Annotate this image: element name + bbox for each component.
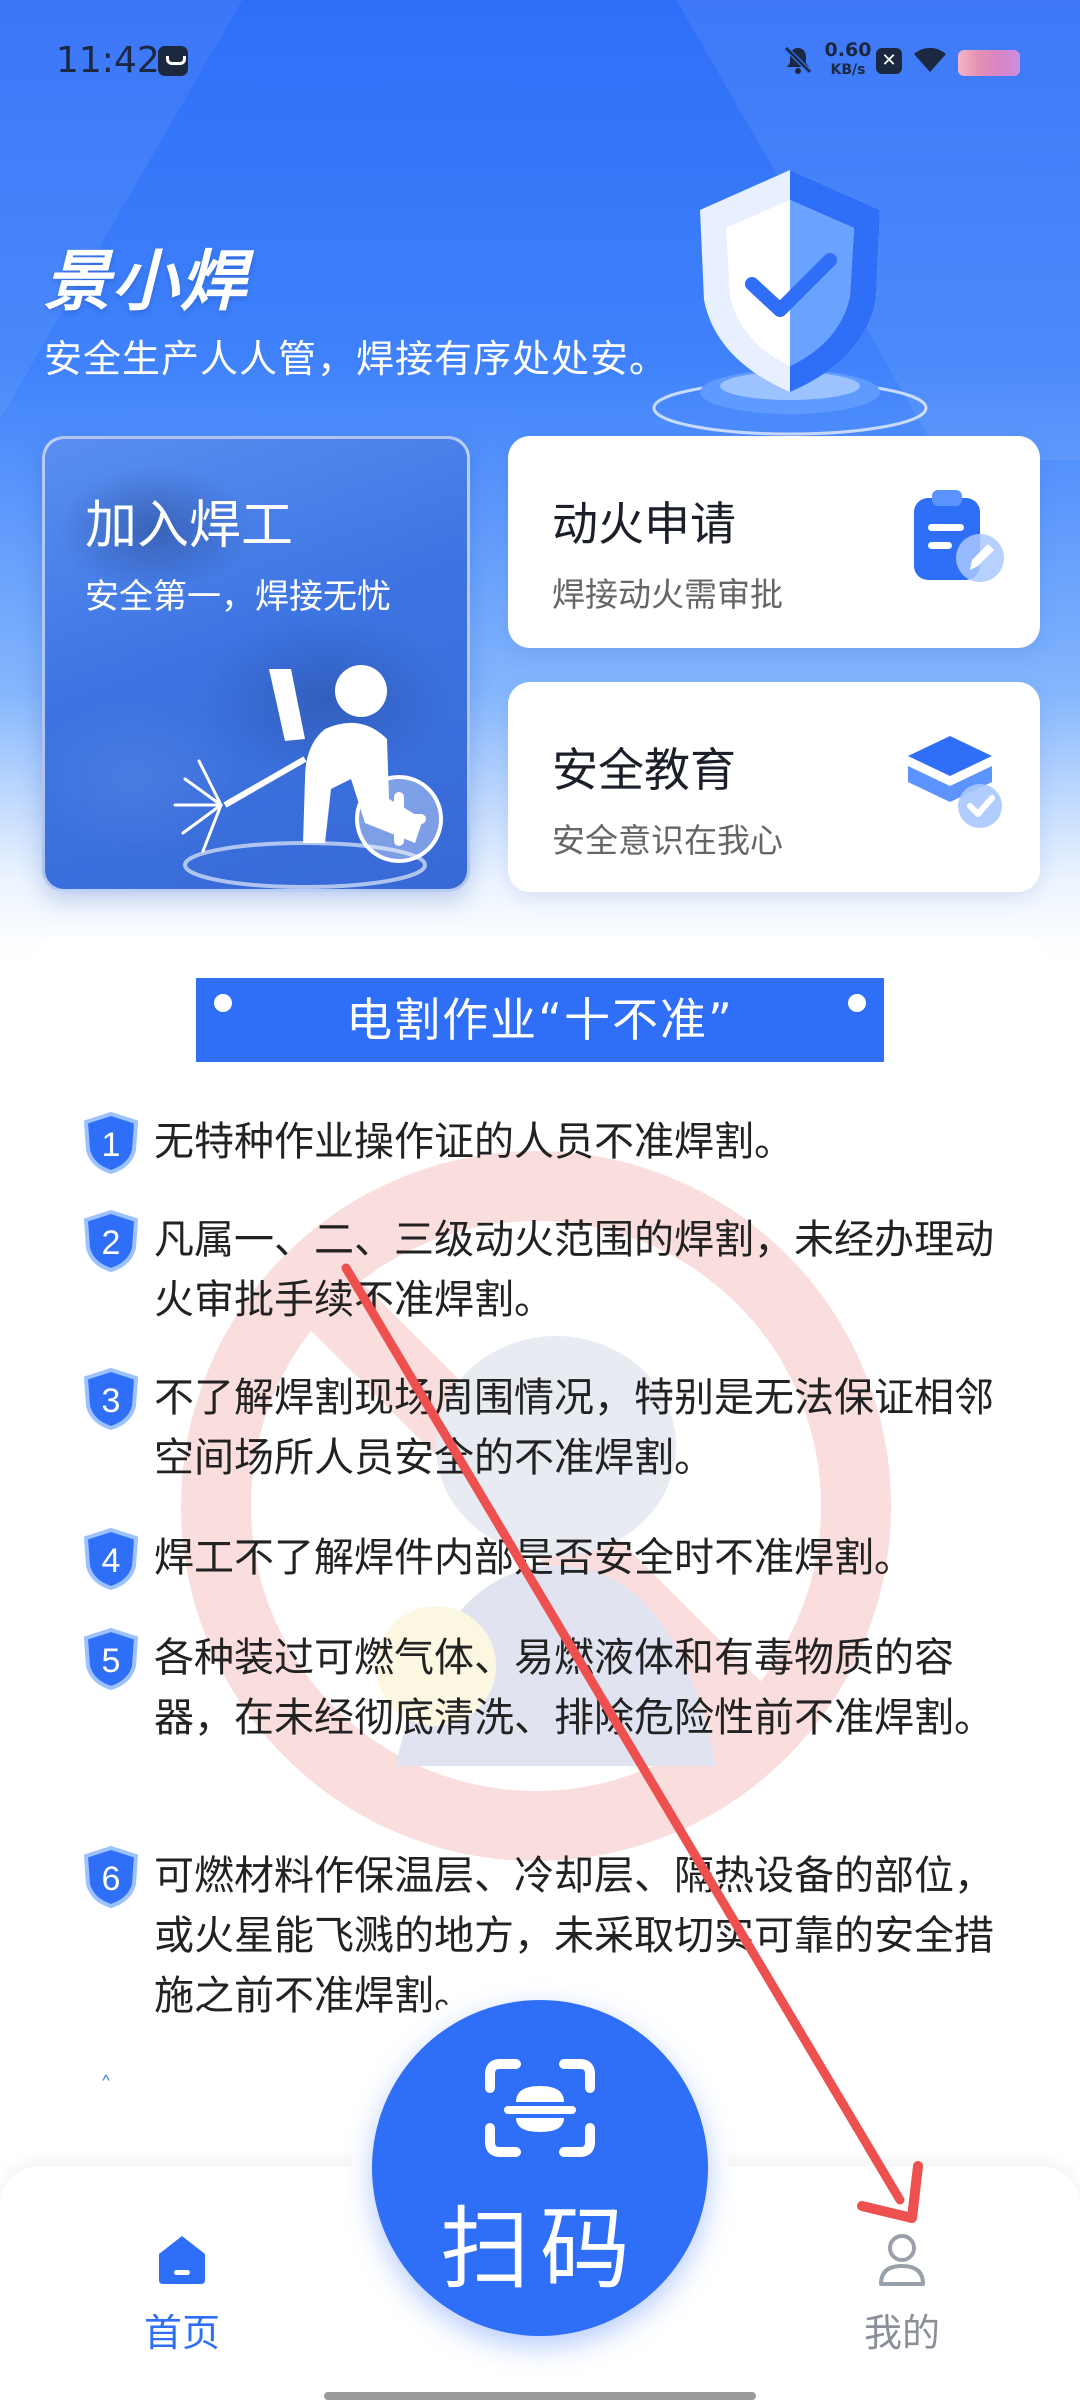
scan-button[interactable]: 扫码 bbox=[372, 2000, 708, 2336]
join-welder-subtitle: 安全第一，焊接无忧 bbox=[85, 577, 391, 617]
welder-add-icon bbox=[173, 665, 443, 889]
app-title: 景小焊 bbox=[44, 243, 248, 320]
banner-dot-right bbox=[848, 994, 866, 1012]
join-welder-title: 加入焊工 bbox=[85, 496, 294, 556]
home-indicator[interactable] bbox=[324, 2392, 756, 2400]
number-shield-icon: 6 bbox=[83, 1846, 139, 1908]
rule-text: 凡属一、二、三级动火范围的焊割，未经办理动火审批手续不准焊割。 bbox=[154, 1217, 994, 1323]
rule-text: 各种装过可燃气体、易燃液体和有毒物质的容器，在未经彻底清洗、排除危险性前不准焊割… bbox=[154, 1635, 994, 1741]
number-shield-icon: 1 bbox=[83, 1112, 139, 1174]
tab-mine-label: 我的 bbox=[863, 2311, 940, 2355]
status-bar: 11:42 0.60 KB/s ✕ bbox=[0, 0, 1080, 120]
join-welder-card[interactable]: 加入焊工 安全第一，焊接无忧 bbox=[42, 436, 470, 892]
network-speed-value: 0.60 bbox=[824, 39, 872, 61]
rule-item: 4 焊工不了解焊件内部是否安全时不准焊割。 bbox=[82, 1528, 1002, 1590]
rule-text: 焊工不了解焊件内部是否安全时不准焊割。 bbox=[154, 1535, 914, 1581]
mute-bell-icon bbox=[784, 46, 812, 74]
rule-number: 4 bbox=[102, 1542, 121, 1580]
network-speed-unit: KB/s bbox=[830, 62, 866, 78]
rules-banner: 电割作业“十不准” bbox=[196, 978, 884, 1062]
network-speed: 0.60 KB/s bbox=[820, 40, 876, 80]
clipboard-edit-icon bbox=[914, 490, 1004, 582]
app-slogan: 安全生产人人管，焊接有序处处安。 bbox=[44, 337, 669, 381]
tab-home[interactable]: 首页 bbox=[102, 2230, 262, 2357]
rule-text: 无特种作业操作证的人员不准焊割。 bbox=[154, 1119, 794, 1165]
rule-number: 3 bbox=[102, 1382, 121, 1420]
number-shield-icon: 4 bbox=[83, 1528, 139, 1590]
battery-icon bbox=[958, 50, 1020, 76]
wifi-icon bbox=[914, 47, 946, 72]
safety-education-subtitle: 安全意识在我心 bbox=[552, 821, 783, 860]
fire-application-title: 动火申请 bbox=[552, 497, 736, 551]
home-icon bbox=[159, 2236, 205, 2284]
user-icon bbox=[879, 2234, 925, 2286]
tab-mine[interactable]: 我的 bbox=[822, 2230, 982, 2357]
rule-text: 不了解焊割现场周围情况，特别是无法保证相邻空间场所人员安全的不准焊割。 bbox=[154, 1375, 994, 1481]
close-badge-icon: ✕ bbox=[876, 48, 902, 74]
rules-title: 电割作业“十不准” bbox=[346, 993, 734, 1047]
banner-dot-left bbox=[214, 994, 232, 1012]
number-shield-icon: 3 bbox=[83, 1368, 139, 1430]
rule-item: 2 凡属一、二、三级动火范围的焊割，未经办理动火审批手续不准焊割。 bbox=[82, 1210, 1002, 1330]
number-shield-icon: 5 bbox=[83, 1628, 139, 1690]
scan-button-label: 扫码 bbox=[440, 2200, 640, 2300]
rule-item: 1 无特种作业操作证的人员不准焊割。 bbox=[82, 1112, 1002, 1174]
sim-card-icon bbox=[158, 46, 188, 76]
safety-education-title: 安全教育 bbox=[552, 743, 736, 797]
rule-number: 6 bbox=[102, 1860, 121, 1898]
rule-number: 5 bbox=[102, 1642, 121, 1680]
safety-education-card[interactable]: 安全教育 安全意识在我心 bbox=[508, 682, 1040, 892]
scan-qr-icon bbox=[485, 2059, 595, 2157]
rule-item: 5 各种装过可燃气体、易燃液体和有毒物质的容器，在未经彻底清洗、排除危险性前不准… bbox=[82, 1628, 1002, 1748]
number-shield-icon: 2 bbox=[83, 1210, 139, 1272]
rule-number: 1 bbox=[102, 1126, 121, 1164]
scroll-indicator-icon: ˄ bbox=[100, 2072, 112, 2100]
tab-home-label: 首页 bbox=[143, 2311, 220, 2355]
status-time: 11:42 bbox=[56, 40, 160, 81]
rule-item: 3 不了解焊割现场周围情况，特别是无法保证相邻空间场所人员安全的不准焊割。 bbox=[82, 1368, 1002, 1488]
layers-check-icon bbox=[908, 736, 1002, 828]
shield-check-icon bbox=[652, 170, 928, 436]
rule-number: 2 bbox=[102, 1224, 121, 1262]
fire-application-subtitle: 焊接动火需审批 bbox=[552, 575, 783, 614]
fire-application-card[interactable]: 动火申请 焊接动火需审批 bbox=[508, 436, 1040, 648]
